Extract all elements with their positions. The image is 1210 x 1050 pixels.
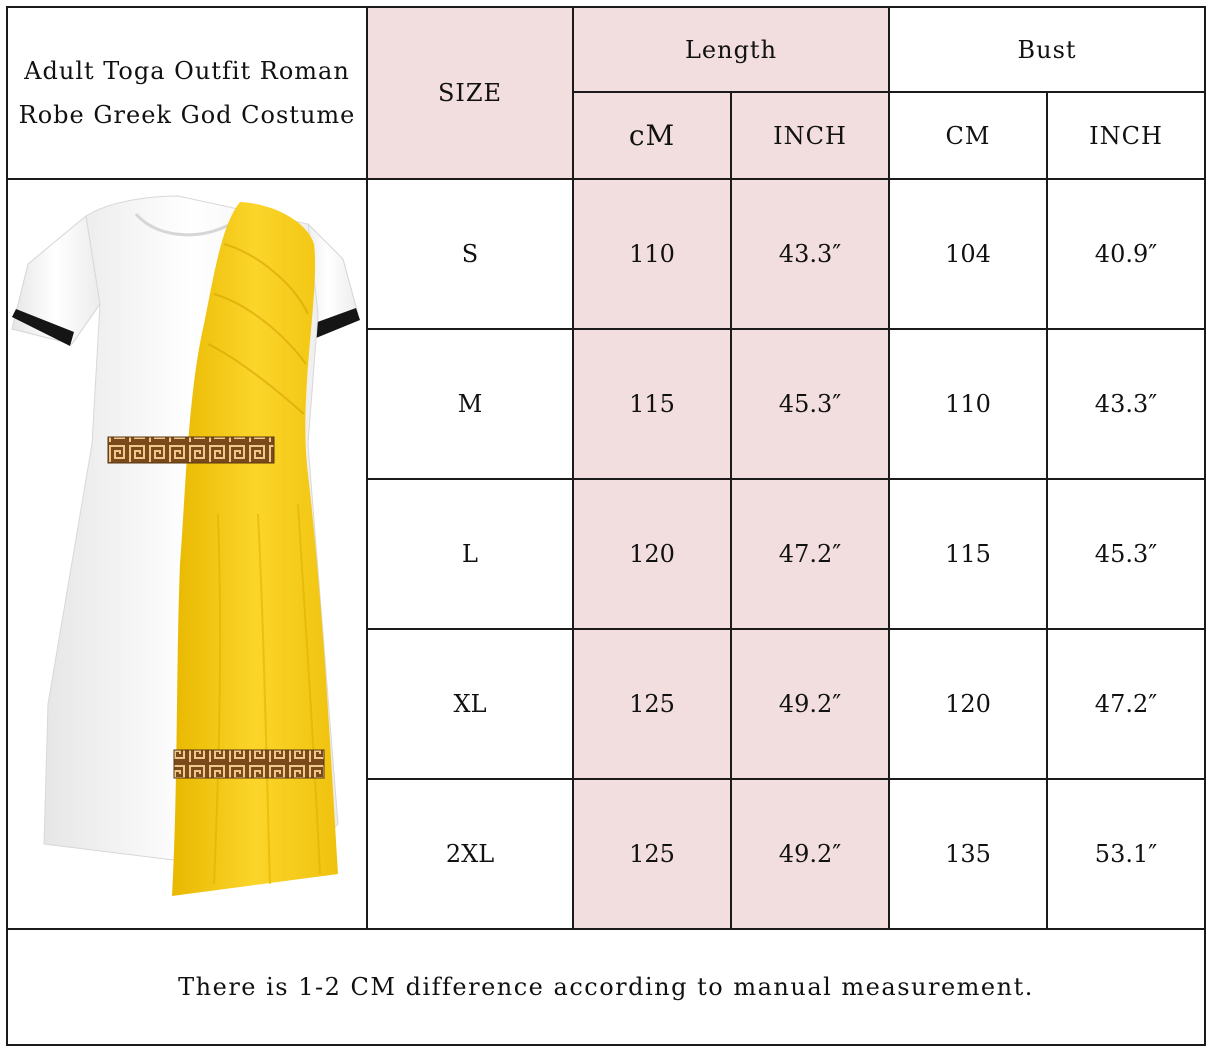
bust-inch-cell: 47.2″ <box>1046 628 1206 780</box>
size-cell: M <box>366 328 574 480</box>
length-cm-cell: 110 <box>572 178 732 330</box>
length-cm-cell: 125 <box>572 778 732 930</box>
bust-cm-header: CM <box>888 91 1048 180</box>
length-inch-cell: 47.2″ <box>730 478 890 630</box>
size-table: Adult Toga Outfit Roman Robe Greek God C… <box>6 6 1206 1046</box>
product-title: Adult Toga Outfit Roman Robe Greek God C… <box>6 6 368 180</box>
bust-inch-cell: 53.1″ <box>1046 778 1206 930</box>
size-chart: Adult Toga Outfit Roman Robe Greek God C… <box>6 6 1206 1046</box>
size-header: SIZE <box>366 6 574 180</box>
length-inch-cell: 45.3″ <box>730 328 890 480</box>
measurement-note: There is 1-2 CM difference according to … <box>6 928 1206 1046</box>
length-header: Length <box>572 6 890 93</box>
bust-inch-cell: 43.3″ <box>1046 328 1206 480</box>
length-cm-cell: 120 <box>572 478 732 630</box>
hem-band <box>173 749 325 779</box>
belt <box>107 436 275 464</box>
bust-cm-cell: 104 <box>888 178 1048 330</box>
bust-inch-cell: 40.9″ <box>1046 178 1206 330</box>
size-cell: S <box>366 178 574 330</box>
bust-header: Bust <box>888 6 1206 93</box>
length-cm-cell: 125 <box>572 628 732 780</box>
size-cell: 2XL <box>366 778 574 930</box>
costume-image <box>6 178 368 930</box>
bust-inch-header: INCH <box>1046 91 1206 180</box>
length-inch-cell: 49.2″ <box>730 778 890 930</box>
table-row: S 110 43.3″ 104 40.9″ <box>6 178 1206 930</box>
bust-inch-cell: 45.3″ <box>1046 478 1206 630</box>
length-inch-header: INCH <box>730 91 890 180</box>
length-inch-cell: 43.3″ <box>730 178 890 330</box>
size-cell: L <box>366 478 574 630</box>
size-cell: XL <box>366 628 574 780</box>
bust-cm-cell: 120 <box>888 628 1048 780</box>
length-inch-cell: 49.2″ <box>730 628 890 780</box>
bust-cm-cell: 110 <box>888 328 1048 480</box>
length-cm-header: cM <box>572 91 732 180</box>
toga-costume-illustration <box>11 195 360 896</box>
length-cm-cell: 115 <box>572 328 732 480</box>
bust-cm-cell: 135 <box>888 778 1048 930</box>
bust-cm-cell: 115 <box>888 478 1048 630</box>
